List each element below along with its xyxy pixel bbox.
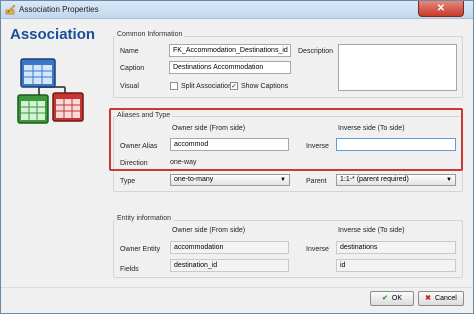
close-icon: ✕ — [436, 3, 446, 14]
association-properties-window: Association Properties ✕ Association Com… — [0, 0, 474, 314]
caption-label: Caption — [120, 65, 145, 72]
ok-button[interactable]: ✔ OK — [370, 291, 414, 306]
inverse-fields-field: id — [336, 259, 456, 272]
page-heading: Association — [10, 26, 96, 43]
app-pencil-icon — [5, 4, 16, 15]
entity-info-title: Entity information — [115, 215, 174, 222]
type-select-value: one-to-many — [174, 176, 214, 183]
owner-fields-field: destination_id — [170, 259, 289, 272]
owner-entity-field: accommodation — [170, 241, 289, 254]
split-association-label[interactable]: Split Association — [181, 83, 232, 90]
entity-inverse-label: Inverse — [306, 246, 329, 253]
entity-inverse-side-header: Inverse side (To side) — [338, 227, 405, 234]
name-input[interactable]: FK_Accommodation_Destinations_id — [169, 44, 291, 57]
type-select[interactable]: one-to-many ▼ — [170, 174, 290, 186]
cancel-label: Cancel — [435, 295, 457, 302]
parent-select-value: 1:1-* (parent required) — [340, 176, 409, 183]
association-tables-icon — [17, 58, 84, 124]
show-captions-label[interactable]: Show Captions — [241, 83, 288, 90]
chevron-down-icon: ▼ — [280, 177, 286, 183]
x-icon: ✖ — [425, 295, 432, 302]
title-bar[interactable]: Association Properties ✕ — [1, 1, 473, 19]
name-label: Name — [120, 48, 139, 55]
type-label: Type — [120, 178, 136, 185]
split-association-checkbox[interactable] — [170, 82, 178, 90]
cancel-button[interactable]: ✖ Cancel — [418, 291, 464, 306]
caption-input[interactable]: Destinations Accommodation — [169, 61, 291, 74]
parent-label: Parent — [306, 178, 327, 185]
owner-entity-label: Owner Entity — [120, 246, 161, 253]
chevron-down-icon: ▼ — [446, 177, 452, 183]
entity-owner-side-header: Owner side (From side) — [172, 227, 246, 234]
close-button[interactable]: ✕ — [418, 1, 464, 17]
window-title: Association Properties — [19, 5, 99, 14]
show-captions-checkbox[interactable]: ✓ — [230, 82, 238, 90]
check-icon: ✔ — [382, 295, 388, 302]
common-info-title: Common Information — [115, 31, 185, 38]
fields-label: Fields — [120, 266, 139, 273]
description-label: Description — [298, 48, 334, 55]
parent-select[interactable]: 1:1-* (parent required) ▼ — [336, 174, 456, 186]
checkmark-icon: ✓ — [231, 83, 237, 90]
description-textarea[interactable] — [338, 44, 457, 91]
visual-label: Visual — [120, 83, 139, 90]
ok-label: OK — [391, 295, 402, 302]
highlight-box — [109, 108, 463, 171]
inverse-entity-field: destinations — [336, 241, 456, 254]
